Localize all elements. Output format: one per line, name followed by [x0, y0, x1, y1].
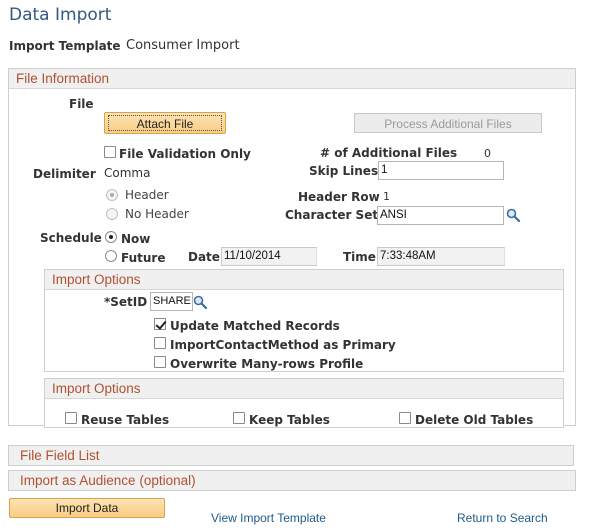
attach-file-button-label: Attach File	[108, 115, 222, 131]
delete-old-tables-label: Delete Old Tables	[415, 413, 534, 427]
file-validation-checkbox[interactable]	[104, 146, 116, 158]
character-set-lookup-icon[interactable]	[506, 208, 520, 222]
date-label: Date	[188, 250, 220, 264]
keep-tables-checkbox[interactable]	[233, 412, 245, 424]
schedule-now-label: Now	[121, 232, 151, 246]
reuse-tables-checkbox[interactable]	[65, 412, 77, 424]
overwrite-many-label: Overwrite Many-rows Profile	[170, 357, 364, 371]
no-header-radio[interactable]	[106, 208, 118, 220]
delimiter-value: Comma	[104, 166, 151, 180]
import-options-header[interactable]: Import Options	[45, 270, 563, 290]
no-header-radio-label: No Header	[125, 207, 189, 221]
file-validation-label: File Validation Only	[119, 147, 251, 161]
page-title: Data Import	[9, 5, 112, 25]
additional-files-value: 0	[484, 147, 491, 160]
view-import-template-link[interactable]: View Import Template	[211, 511, 326, 525]
process-additional-files-button[interactable]: Process Additional Files	[354, 113, 542, 133]
delete-old-tables-checkbox[interactable]	[399, 412, 411, 424]
file-field-list-section[interactable]: File Field List	[8, 445, 574, 466]
header-row-value: 1	[383, 190, 390, 203]
file-label: File	[69, 97, 94, 111]
character-set-input[interactable]: ANSI	[377, 206, 504, 225]
keep-tables-label: Keep Tables	[249, 413, 330, 427]
import-options-2-header[interactable]: Import Options	[45, 379, 563, 399]
additional-files-label: # of Additional Files	[320, 146, 458, 160]
setid-label: *SetID	[104, 295, 148, 309]
reuse-tables-label: Reuse Tables	[81, 413, 170, 427]
time-input[interactable]: 7:33:48AM	[377, 247, 505, 266]
delimiter-label: Delimiter	[33, 167, 96, 181]
time-label: Time	[343, 250, 376, 264]
skip-lines-input[interactable]: 1	[378, 161, 504, 180]
import-contact-label: ImportContactMethod as Primary	[170, 338, 396, 352]
schedule-future-radio[interactable]	[105, 250, 117, 262]
header-radio-label: Header	[125, 188, 169, 202]
schedule-now-radio[interactable]	[105, 231, 117, 243]
character-set-label: Character Set	[285, 208, 379, 222]
setid-input[interactable]: SHARE	[150, 292, 193, 311]
schedule-label: Schedule	[40, 231, 102, 245]
date-input[interactable]: 11/10/2014	[221, 247, 317, 266]
import-as-audience-section[interactable]: Import as Audience (optional)	[8, 470, 576, 491]
update-matched-label: Update Matched Records	[170, 319, 340, 333]
overwrite-many-checkbox[interactable]	[154, 356, 166, 368]
skip-lines-label: Skip Lines	[309, 164, 379, 178]
import-template-label: Import Template	[9, 39, 121, 53]
import-contact-checkbox[interactable]	[154, 337, 166, 349]
attach-file-button[interactable]: Attach File	[104, 112, 226, 134]
header-radio[interactable]	[106, 189, 118, 201]
return-to-search-link[interactable]: Return to Search	[457, 511, 548, 525]
update-matched-checkbox[interactable]	[154, 318, 166, 330]
schedule-future-label: Future	[121, 251, 166, 265]
setid-lookup-icon[interactable]	[193, 295, 207, 309]
file-information-header[interactable]: File Information	[9, 69, 575, 89]
import-template-value: Consumer Import	[126, 38, 240, 53]
import-data-button[interactable]: Import Data	[9, 498, 165, 518]
header-row-label: Header Row	[298, 190, 380, 204]
